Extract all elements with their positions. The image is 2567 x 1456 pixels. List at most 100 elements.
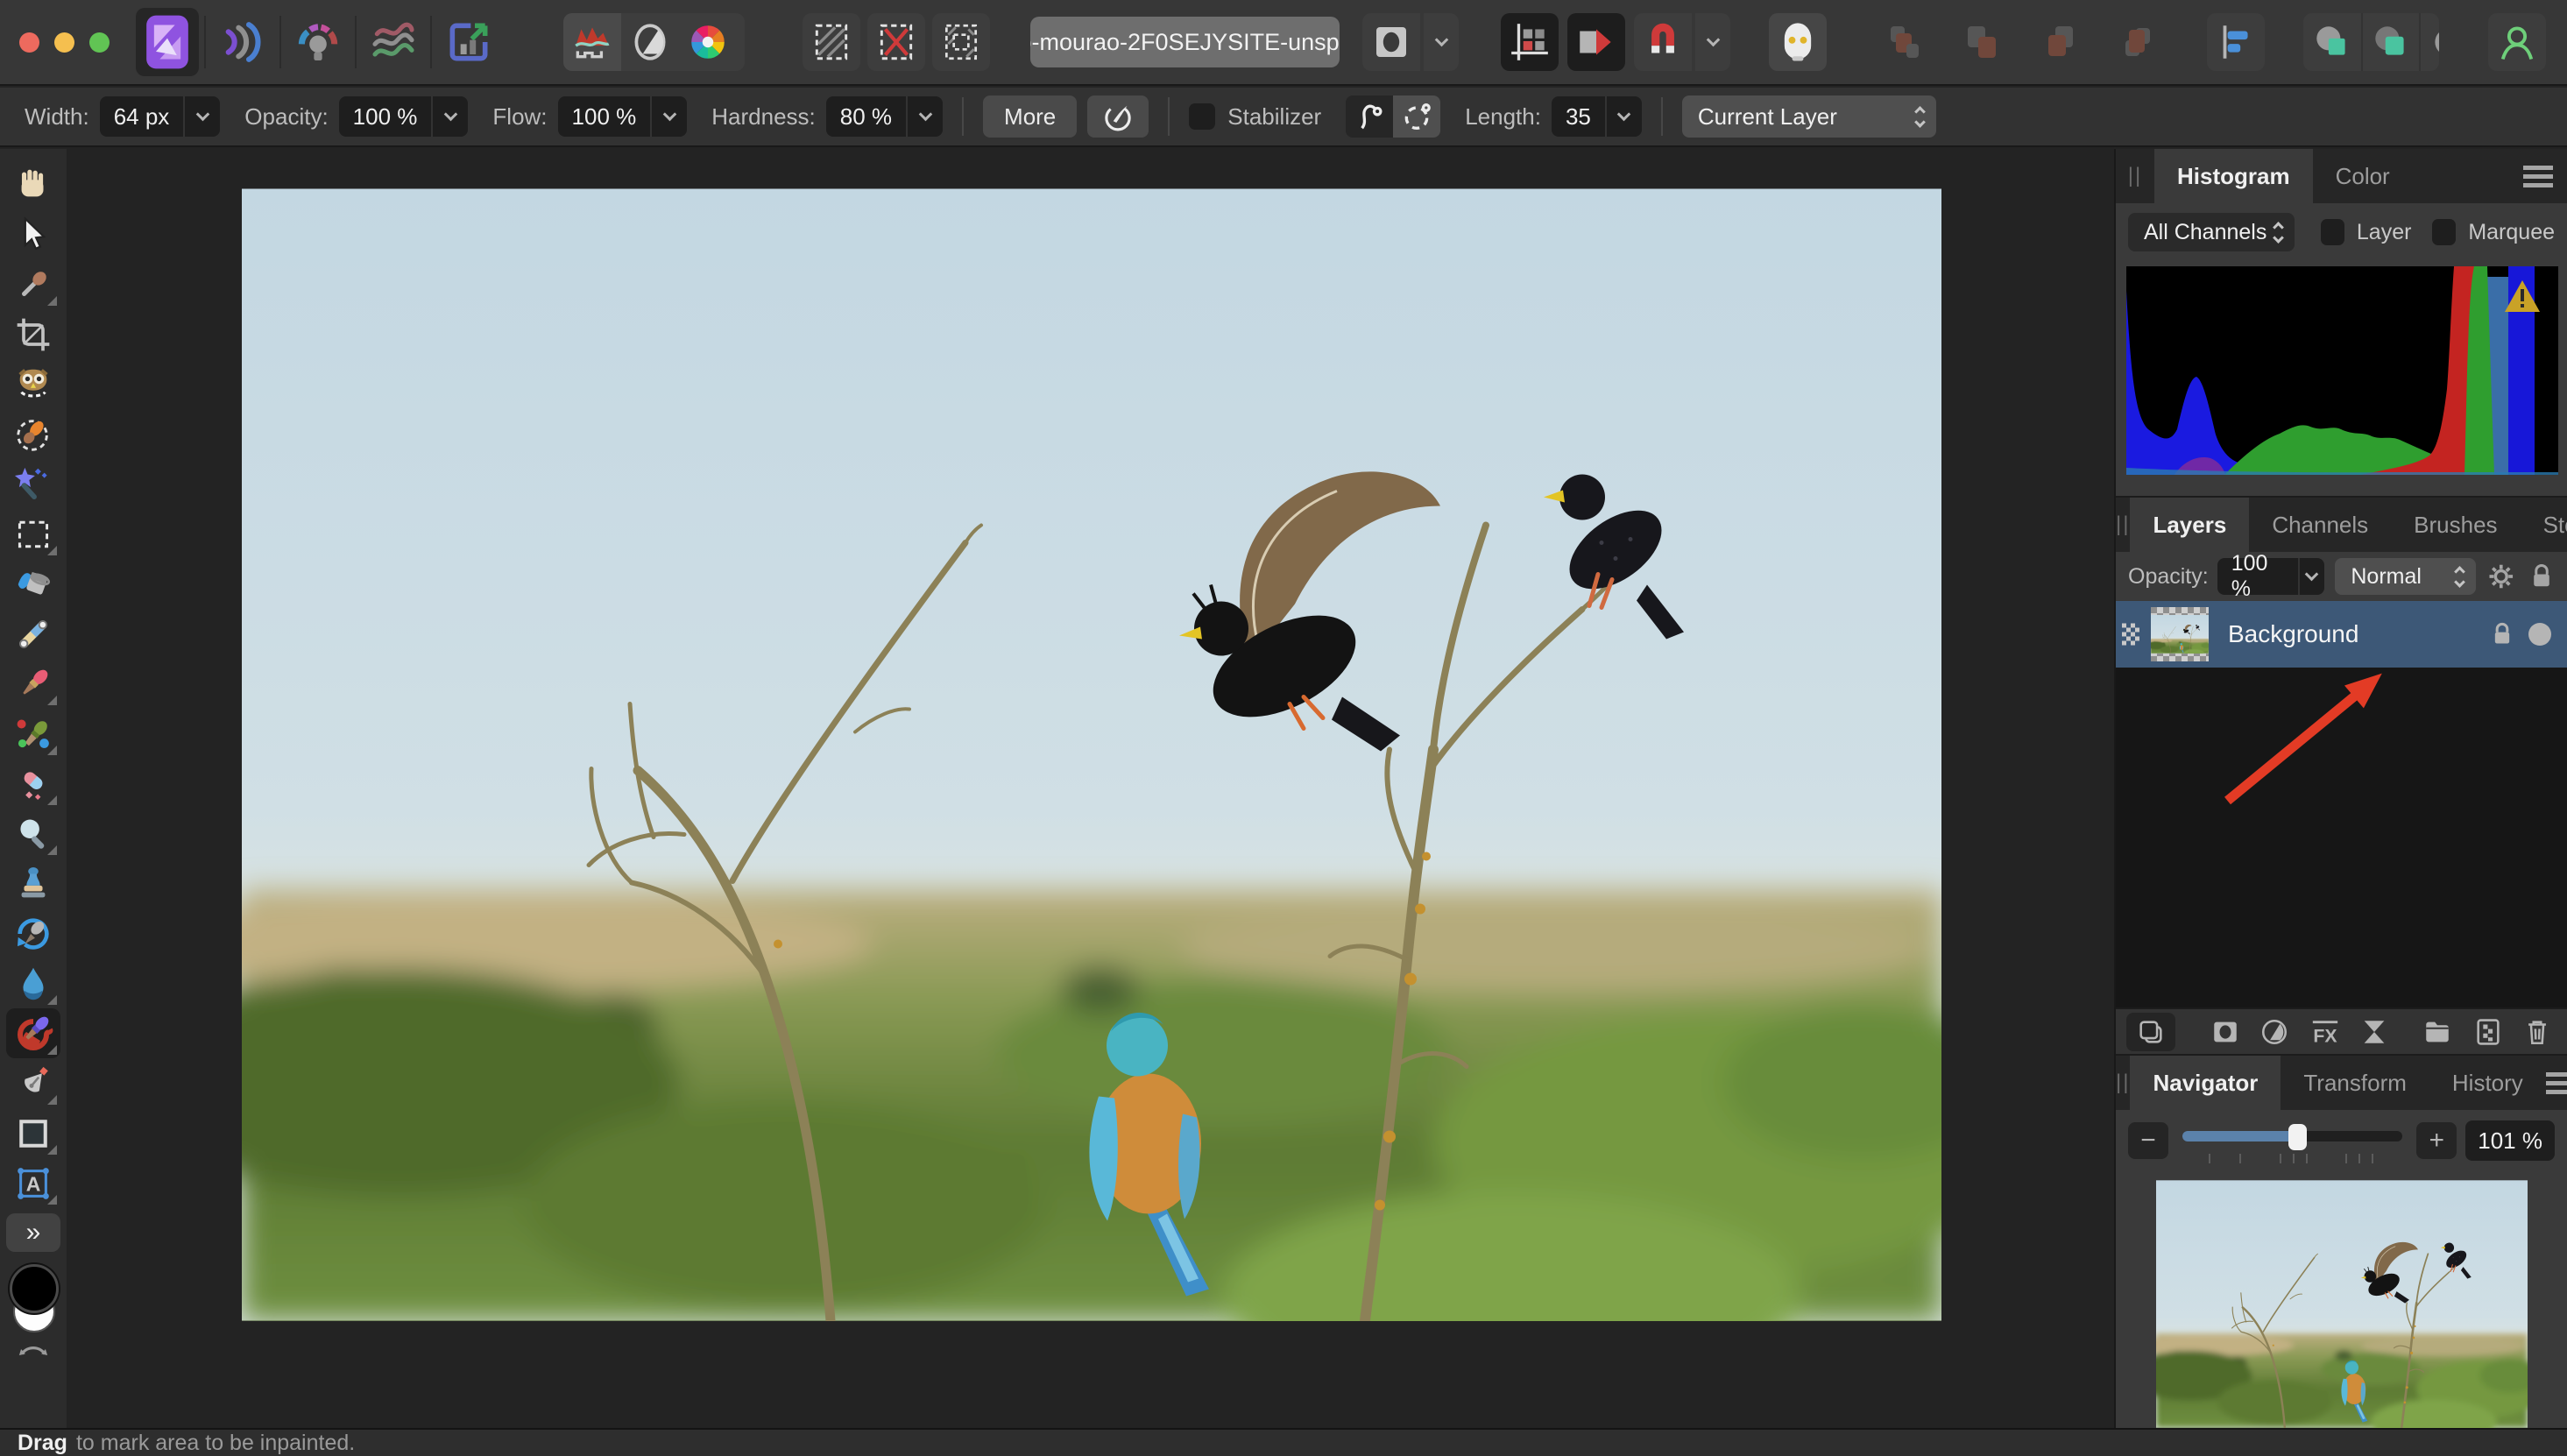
erase-brush-tool[interactable] [6, 759, 60, 809]
mask-layer-icon[interactable] [2210, 1017, 2240, 1047]
group-folder-icon[interactable] [2422, 1017, 2453, 1047]
brush-opacity-field[interactable]: 100 % [338, 96, 469, 137]
color-replacement-brush-tool[interactable] [6, 709, 60, 759]
tab-channels[interactable]: Channels [2249, 498, 2391, 552]
stabilizer-checkbox[interactable] [1189, 103, 1216, 130]
assistant-button[interactable] [1769, 13, 1828, 71]
zoom-percent-value[interactable]: 101 % [2465, 1120, 2555, 1161]
back-one-button[interactable] [1953, 13, 2011, 71]
rope-stabilizer-button[interactable] [1346, 95, 1394, 138]
export-persona-button[interactable] [437, 8, 500, 76]
blend-mode-select[interactable]: Normal [2335, 558, 2477, 595]
tab-layers[interactable]: Layers [2130, 498, 2250, 552]
tab-stock[interactable]: Stock [2521, 498, 2567, 552]
account-button[interactable] [2488, 13, 2546, 71]
develop-persona-button[interactable] [286, 8, 350, 76]
move-tool[interactable] [6, 209, 60, 259]
document-title[interactable]: goncalo-mourao-2F0SEJYSITE-unsplash.jpg [1029, 17, 1340, 67]
brush-settings-button[interactable] [1087, 95, 1149, 138]
layers-opacity-chevron[interactable] [2297, 558, 2325, 595]
copy-layers-button[interactable] [2126, 1012, 2175, 1051]
lock-layer-icon[interactable] [2528, 560, 2555, 593]
clone-brush-tool[interactable] [6, 859, 60, 908]
layer-visibility-toggle[interactable] [2528, 623, 2551, 646]
flood-select-tool[interactable] [6, 459, 60, 509]
tab-color[interactable]: Color [2313, 149, 2413, 203]
layer-checkbox[interactable] [2321, 219, 2344, 245]
zoom-in-button[interactable]: + [2416, 1122, 2457, 1159]
expand-tools-button[interactable]: » [6, 1213, 60, 1252]
crop-tool[interactable] [6, 309, 60, 359]
panel-drag-handle[interactable]: || [2116, 149, 2154, 203]
minimize-window-button[interactable] [54, 32, 74, 53]
move-to-back-button[interactable] [1876, 13, 1934, 71]
tab-histogram[interactable]: Histogram [2154, 149, 2313, 203]
auto-contrast-button[interactable] [621, 13, 679, 71]
boolean-subtract-button[interactable] [2361, 13, 2419, 71]
view-hand-tool[interactable] [6, 159, 60, 209]
alignment-button[interactable] [2207, 13, 2266, 71]
liquify-persona-button[interactable] [211, 8, 274, 76]
more-button[interactable]: More [983, 95, 1078, 138]
snapping-grid-button[interactable] [1501, 13, 1559, 71]
new-mask-button[interactable] [1362, 13, 1421, 71]
panel-drag-handle[interactable]: || [2116, 1056, 2130, 1110]
foreground-color-swatch[interactable] [10, 1264, 59, 1313]
deselect-button[interactable] [866, 13, 925, 71]
auto-levels-button[interactable] [563, 13, 621, 71]
tab-history[interactable]: History [2429, 1056, 2546, 1110]
live-filter-icon[interactable] [2361, 1017, 2387, 1047]
tone-mapping-persona-button[interactable] [362, 8, 425, 76]
select-all-button[interactable] [802, 13, 860, 71]
photo-image[interactable] [242, 188, 1941, 1321]
move-to-front-button[interactable] [2107, 13, 2165, 71]
color-picker-tool[interactable] [6, 259, 60, 309]
tab-navigator[interactable]: Navigator [2130, 1056, 2281, 1110]
zoom-slider[interactable] [2182, 1122, 2403, 1163]
channels-select[interactable]: All Channels [2128, 213, 2295, 251]
dodge-brush-tool[interactable] [6, 809, 60, 859]
freehand-selection-tool[interactable] [6, 409, 60, 459]
marquee-tool[interactable] [6, 509, 60, 559]
layer-thumbnail[interactable] [2151, 607, 2209, 661]
adjustment-layer-icon[interactable] [2259, 1017, 2289, 1047]
layer-name[interactable]: Background [2228, 620, 2358, 648]
navigator-thumbnail[interactable] [2156, 1180, 2528, 1428]
flow-chevron[interactable] [650, 96, 687, 137]
auto-white-balance-button[interactable] [737, 13, 745, 71]
forward-one-button[interactable] [2030, 13, 2088, 71]
opacity-chevron[interactable] [431, 96, 468, 137]
layer-settings-gear-icon[interactable] [2486, 560, 2516, 593]
hardness-chevron[interactable] [906, 96, 943, 137]
boolean-divide-button[interactable] [2419, 13, 2439, 71]
length-chevron[interactable] [1604, 96, 1642, 137]
auto-colour-button[interactable] [679, 13, 737, 71]
clip-canvas-button[interactable] [1567, 13, 1626, 71]
panel-menu-icon[interactable] [2523, 165, 2553, 187]
pen-tool[interactable] [6, 1058, 60, 1108]
gradient-tool[interactable] [6, 609, 60, 659]
panel-drag-handle[interactable]: || [2116, 498, 2130, 552]
zoom-out-button[interactable]: − [2128, 1122, 2168, 1159]
layers-opacity-field[interactable]: 100 % [2217, 551, 2325, 601]
delete-layer-trash-icon[interactable] [2523, 1017, 2551, 1047]
layer-lock-icon[interactable] [2490, 620, 2514, 648]
zoom-slider-thumb[interactable] [2288, 1124, 2307, 1150]
magnet-snapping-button[interactable] [1634, 13, 1693, 71]
marquee-checkbox[interactable] [2432, 219, 2457, 245]
photo-persona-button[interactable] [136, 8, 199, 76]
blur-brush-tool[interactable] [6, 958, 60, 1008]
swap-colors-icon[interactable] [14, 1339, 53, 1359]
inpainting-brush-tool[interactable] [6, 1008, 60, 1058]
shape-tool[interactable] [6, 1108, 60, 1158]
flood-fill-tool[interactable] [6, 559, 60, 609]
magnet-options-chevron[interactable] [1695, 13, 1731, 71]
document-canvas[interactable] [67, 149, 2114, 1428]
layer-target-select[interactable]: Current Layer [1681, 95, 1936, 138]
brush-hardness-field[interactable]: 80 % [825, 96, 944, 137]
boolean-add-button[interactable] [2303, 13, 2361, 71]
brush-width-field[interactable]: 64 px [99, 96, 221, 137]
new-pixel-layer-icon[interactable] [2474, 1017, 2502, 1047]
zoom-window-button[interactable] [89, 32, 110, 53]
paint-brush-tool[interactable] [6, 659, 60, 709]
